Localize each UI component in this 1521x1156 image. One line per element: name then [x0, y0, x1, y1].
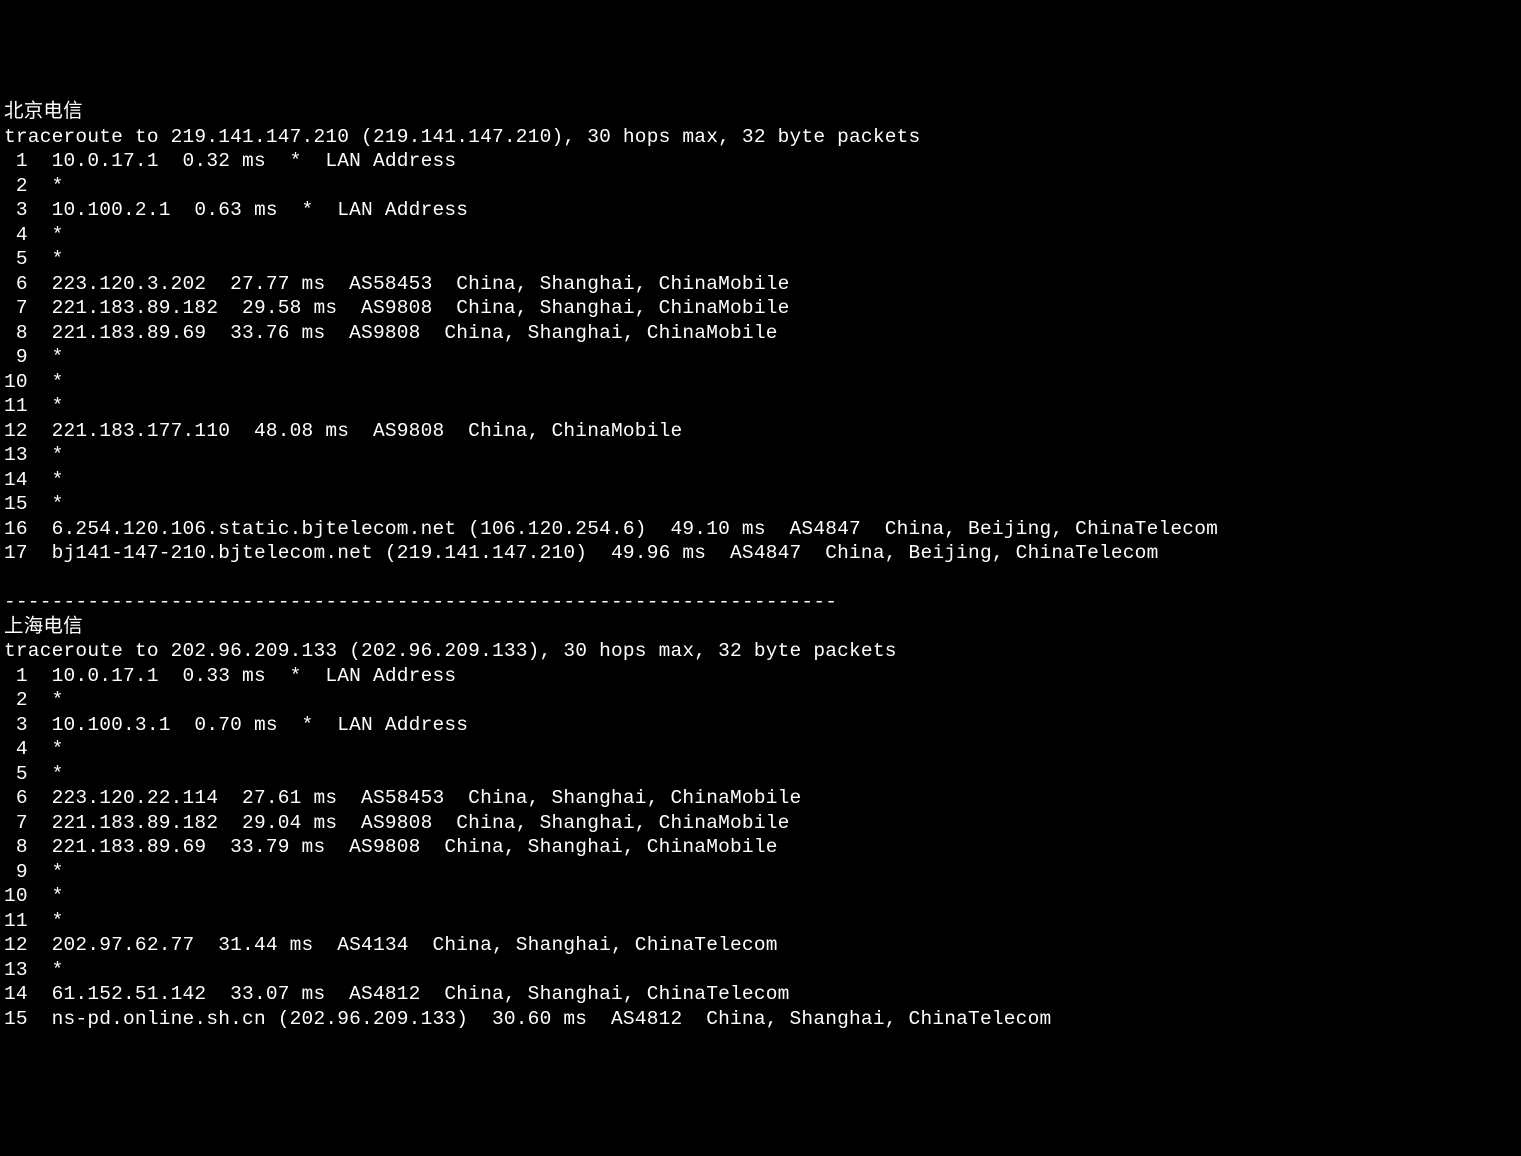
hop-line: 1 10.0.17.1 0.32 ms * LAN Address: [4, 149, 1517, 174]
hop-line: 3 10.100.3.1 0.70 ms * LAN Address: [4, 713, 1517, 738]
hop-line: 10 *: [4, 884, 1517, 909]
hop-line: 15 *: [4, 492, 1517, 517]
terminal-output: 北京电信traceroute to 219.141.147.210 (219.1…: [4, 100, 1517, 1031]
section-title: 北京电信: [4, 100, 1517, 125]
hop-line: 8 221.183.89.69 33.76 ms AS9808 China, S…: [4, 321, 1517, 346]
hop-line: 9 *: [4, 345, 1517, 370]
traceroute-header: traceroute to 202.96.209.133 (202.96.209…: [4, 639, 1517, 664]
hop-line: 8 221.183.89.69 33.79 ms AS9808 China, S…: [4, 835, 1517, 860]
hop-line: 5 *: [4, 762, 1517, 787]
hop-line: 12 202.97.62.77 31.44 ms AS4134 China, S…: [4, 933, 1517, 958]
hop-line: 14 *: [4, 468, 1517, 493]
hop-line: 15 ns-pd.online.sh.cn (202.96.209.133) 3…: [4, 1007, 1517, 1032]
hop-line: 2 *: [4, 174, 1517, 199]
hop-line: 6 223.120.22.114 27.61 ms AS58453 China,…: [4, 786, 1517, 811]
hop-line: 12 221.183.177.110 48.08 ms AS9808 China…: [4, 419, 1517, 444]
hop-line: 1 10.0.17.1 0.33 ms * LAN Address: [4, 664, 1517, 689]
hop-line: 9 *: [4, 860, 1517, 885]
hop-line: 14 61.152.51.142 33.07 ms AS4812 China, …: [4, 982, 1517, 1007]
hop-line: 3 10.100.2.1 0.63 ms * LAN Address: [4, 198, 1517, 223]
section-title: 上海电信: [4, 615, 1517, 640]
hop-line: 13 *: [4, 443, 1517, 468]
traceroute-header: traceroute to 219.141.147.210 (219.141.1…: [4, 125, 1517, 150]
hop-line: 17 bj141-147-210.bjtelecom.net (219.141.…: [4, 541, 1517, 566]
hop-line: 16 6.254.120.106.static.bjtelecom.net (1…: [4, 517, 1517, 542]
section-separator: ----------------------------------------…: [4, 590, 1517, 615]
hop-line: 4 *: [4, 737, 1517, 762]
hop-line: 11 *: [4, 394, 1517, 419]
hop-line: 7 221.183.89.182 29.04 ms AS9808 China, …: [4, 811, 1517, 836]
hop-line: 10 *: [4, 370, 1517, 395]
hop-line: 2 *: [4, 688, 1517, 713]
hop-line: 7 221.183.89.182 29.58 ms AS9808 China, …: [4, 296, 1517, 321]
hop-line: 6 223.120.3.202 27.77 ms AS58453 China, …: [4, 272, 1517, 297]
blank-line: [4, 566, 1517, 591]
hop-line: 5 *: [4, 247, 1517, 272]
hop-line: 11 *: [4, 909, 1517, 934]
hop-line: 13 *: [4, 958, 1517, 983]
hop-line: 4 *: [4, 223, 1517, 248]
